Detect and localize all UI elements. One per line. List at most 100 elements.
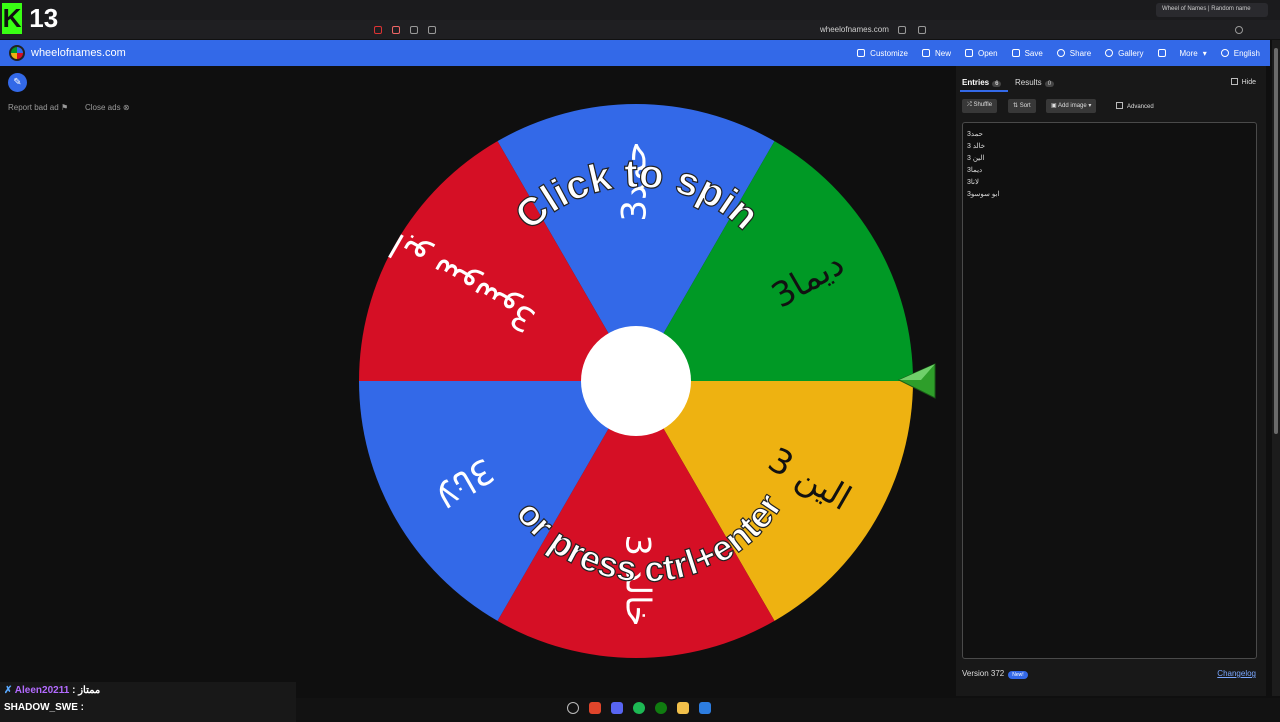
reload-icon[interactable] <box>1235 26 1243 34</box>
entry-line: ديما3 <box>967 167 983 174</box>
close-ads-label: Close ads <box>85 103 121 112</box>
xbox-icon[interactable] <box>655 702 667 714</box>
flag-icon: ⚑ <box>60 103 69 112</box>
tab-results[interactable]: Results 0 <box>1015 78 1055 87</box>
save-label: Save <box>1024 48 1043 58</box>
wheel-of-names[interactable]: حمد3ديما3الين 3خالد 3لانا3ابو سوسو3 Clic… <box>358 102 914 660</box>
close-ads-link[interactable]: Close ads ⊗ <box>85 103 130 112</box>
chat-username: Aleen20211 <box>14 685 70 696</box>
hide-checkbox[interactable]: Hide <box>1230 78 1256 86</box>
tab-results-label: Results <box>1015 78 1042 87</box>
entries-textarea[interactable]: حمد3 خالد 3 الين 3 ديما3 لانا3 ابو سوسو3 <box>962 122 1257 659</box>
advanced-checkbox[interactable]: Advanced <box>1116 102 1154 110</box>
chat-text: ممتاز <box>78 685 101 696</box>
open-button[interactable]: Open <box>964 48 998 58</box>
app-header: wheelofnames.com Customize New Open Save… <box>0 40 1270 66</box>
share-button[interactable]: Share <box>1056 48 1092 58</box>
language-button[interactable]: English <box>1220 48 1260 58</box>
counter-value: 13 <box>29 3 59 33</box>
search-icon <box>1105 49 1114 57</box>
wheel-pointer-icon <box>897 363 936 399</box>
stream-counter-overlay: K 13 <box>2 3 64 34</box>
discord-icon[interactable] <box>611 702 623 714</box>
new-file-icon <box>921 49 930 57</box>
windows-start-icon[interactable] <box>699 702 711 714</box>
version-info: Version 372 New! <box>962 669 1028 679</box>
tab-entries-label: Entries <box>962 78 990 87</box>
active-tab-indicator <box>960 90 1008 92</box>
sword-icon: ✗ <box>4 685 15 696</box>
tab-entries[interactable]: Entries 6 <box>962 78 1002 87</box>
sort-icon: ⇅ <box>1013 103 1020 109</box>
bookmark-icon[interactable] <box>918 26 926 34</box>
spotify-icon[interactable] <box>633 702 645 714</box>
sort-button[interactable]: ⇅ Sort <box>1008 99 1036 113</box>
entries-count-badge: 6 <box>992 81 1002 87</box>
advanced-label: Advanced <box>1127 104 1154 110</box>
top-menu: Customize New Open Save Share Gallery Mo… <box>857 40 1260 66</box>
checkbox-icon <box>1116 102 1123 109</box>
chevron-down-icon: ▾ <box>1086 103 1092 109</box>
gallery-button[interactable]: Gallery <box>1105 48 1144 58</box>
brave-icon[interactable] <box>589 702 601 714</box>
open-label: Open <box>977 48 998 58</box>
save-icon <box>1011 49 1020 57</box>
version-label: Version 372 <box>962 669 1005 678</box>
add-image-button[interactable]: ▣ Add image ▾ <box>1046 99 1097 113</box>
entry-line: خالد 3 <box>967 143 986 150</box>
customize-label: Customize <box>870 48 908 58</box>
new-label: New <box>934 48 951 58</box>
report-ad-link[interactable]: Report bad ad ⚑ <box>8 103 68 112</box>
entries-panel: Entries 6 Results 0 Hide ⤮ Shuffle ⇅ Sort … <box>956 66 1266 696</box>
edit-pencil-button[interactable]: ✎ <box>8 73 27 92</box>
globe-icon <box>1220 49 1229 57</box>
add-image-label: Add image <box>1058 103 1087 109</box>
wheel-center-hub[interactable] <box>581 326 691 436</box>
language-label: English <box>1233 48 1260 58</box>
customize-button[interactable]: Customize <box>857 49 908 58</box>
new-badge: New! <box>1008 671 1028 679</box>
sort-label: Sort <box>1019 103 1031 109</box>
browser-address-bar[interactable] <box>0 20 1280 40</box>
changelog-link[interactable]: Changelog <box>1217 669 1256 678</box>
tune-icon[interactable] <box>898 26 906 34</box>
chat-separator: : <box>72 685 76 696</box>
folder-icon <box>964 49 973 57</box>
save-button[interactable]: Save <box>1011 48 1043 58</box>
shield-icon[interactable] <box>392 26 400 34</box>
new-button[interactable]: New <box>921 48 951 58</box>
chevron-down-icon: ▾ <box>1202 48 1207 58</box>
shuffle-button[interactable]: ⤮ Shuffle <box>962 99 998 113</box>
entry-line: الين 3 <box>967 155 985 162</box>
report-ad-label: Report bad ad <box>8 103 59 112</box>
browser-tab-bar <box>0 0 1280 20</box>
results-count-badge: 0 <box>1044 81 1055 87</box>
scrollbar-thumb[interactable] <box>1274 48 1278 434</box>
back-icon[interactable] <box>410 26 418 34</box>
url-text[interactable]: wheelofnames.com <box>820 25 889 34</box>
close-icon: ⊗ <box>122 103 130 112</box>
wheel-logo-icon[interactable] <box>9 45 25 61</box>
entry-line: حمد3 <box>967 131 983 138</box>
hide-label: Hide <box>1241 79 1256 86</box>
image-icon: ▣ <box>1051 103 1059 109</box>
pencil-icon: ✎ <box>13 77 22 88</box>
settings-icon[interactable] <box>567 702 579 714</box>
gallery-label: Gallery <box>1118 48 1144 58</box>
entry-line: لانا3 <box>967 179 979 186</box>
more-button[interactable]: More ▾ <box>1180 49 1207 58</box>
share-icon <box>1056 49 1065 57</box>
share-label: Share <box>1069 48 1092 58</box>
brave-icon[interactable] <box>374 26 382 34</box>
stream-chat-overlay: ✗ Aleen20211 : ممتاز SHADOW_SWE : <box>0 682 296 722</box>
shuffle-label: Shuffle <box>973 102 993 108</box>
folder-icon[interactable] <box>677 702 689 714</box>
browser-tab[interactable]: Wheel of Names | Random name <box>1156 3 1268 17</box>
more-label: More <box>1179 48 1198 58</box>
checkbox-icon <box>1230 78 1238 85</box>
site-name[interactable]: wheelofnames.com <box>31 47 126 59</box>
translate-icon[interactable] <box>428 26 436 34</box>
fullscreen-button[interactable] <box>1157 49 1166 57</box>
streamer-name: SHADOW_SWE : <box>4 702 84 713</box>
browser-tab-title: Wheel of Names | Random name <box>1162 6 1251 12</box>
